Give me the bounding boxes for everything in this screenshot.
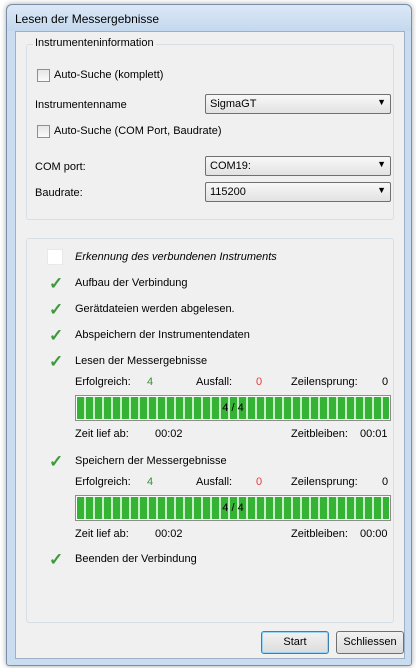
read-results-step-label: Lesen der Messergebnisse [75, 355, 208, 367]
com-port-label: COM port: [35, 161, 86, 173]
chevron-down-icon: ▼ [377, 159, 386, 169]
check-icon: ✓ [49, 352, 64, 371]
start-button[interactable]: Start [261, 631, 329, 654]
save-instrument-data-step-label: Abspeichern der Instrumentendaten [75, 329, 250, 341]
title-bar[interactable]: Lesen der Messergebnisse [7, 5, 411, 31]
save-results-step-label: Speichern der Messergebnisse [75, 455, 227, 467]
com-port-select[interactable]: COM19: ▼ [205, 156, 391, 176]
auto-search-com-checkbox[interactable] [37, 125, 50, 138]
connect-step-label: Aufbau der Verbindung [75, 277, 188, 289]
read-skip-label: Zeilensprung: [291, 376, 358, 388]
baudrate-label: Baudrate: [35, 187, 83, 199]
check-icon: ✓ [49, 274, 64, 293]
dialog-content: Instrumenteninformation Auto-Suche (komp… [15, 31, 405, 659]
com-port-value: COM19: [210, 160, 251, 172]
read-success-value: 4 [147, 376, 154, 388]
detect-status-icon [47, 249, 63, 265]
read-fail-value: 0 [256, 376, 263, 388]
read-remaining-value: 00:01 [360, 428, 388, 440]
baudrate-select[interactable]: 115200 ▼ [205, 182, 391, 202]
close-button[interactable]: Schliessen [336, 631, 404, 654]
instrument-info-legend: Instrumenteninformation [33, 37, 156, 49]
read-progress-bar: 4 / 4 [75, 395, 391, 421]
save-elapsed-value: 00:02 [155, 528, 183, 540]
check-icon: ✓ [49, 550, 64, 569]
instrument-name-label: Instrumentenname [35, 99, 127, 111]
read-progress-text: 4 / 4 [222, 402, 244, 414]
save-fail-value: 0 [256, 476, 263, 488]
save-remaining-value: 00:00 [360, 528, 388, 540]
save-fail-label: Ausfall: [196, 476, 233, 488]
chevron-down-icon: ▼ [377, 97, 386, 107]
read-elapsed-label: Zeit lief ab: [75, 428, 129, 440]
dialog-window: Lesen der Messergebnisse Instrumenteninf… [6, 4, 412, 666]
instrument-name-select[interactable]: SigmaGT ▼ [205, 94, 391, 114]
finish-step-label: Beenden der Verbindung [75, 553, 197, 565]
read-remaining-label: Zeitbleiben: [291, 428, 348, 440]
save-progress-text: 4 / 4 [222, 502, 244, 514]
save-remaining-label: Zeitbleiben: [291, 528, 348, 540]
read-skip-value: 0 [382, 376, 389, 388]
baudrate-value: 115200 [210, 186, 246, 198]
chevron-down-icon: ▼ [377, 185, 386, 195]
save-success-label: Erfolgreich: [75, 476, 131, 488]
auto-search-full-checkbox[interactable] [37, 69, 50, 82]
save-elapsed-label: Zeit lief ab: [75, 528, 129, 540]
progress-group: Erkennung des verbundenen Instruments ✓ … [26, 238, 394, 623]
save-progress-bar: 4 / 4 [75, 495, 391, 521]
read-success-label: Erfolgreich: [75, 376, 131, 388]
save-skip-label: Zeilensprung: [291, 476, 358, 488]
window-title: Lesen der Messergebnisse [15, 12, 160, 26]
auto-search-full-label[interactable]: Auto-Suche (komplett) [54, 69, 163, 81]
read-elapsed-value: 00:02 [155, 428, 183, 440]
instrument-info-group: Instrumenteninformation Auto-Suche (komp… [26, 37, 394, 220]
read-device-files-step-label: Gerätdateien werden abgelesen. [75, 303, 235, 315]
auto-search-com-label[interactable]: Auto-Suche (COM Port, Baudrate) [54, 125, 222, 137]
save-success-value: 4 [147, 476, 154, 488]
check-icon: ✓ [49, 326, 64, 345]
read-fail-label: Ausfall: [196, 376, 233, 388]
instrument-name-value: SigmaGT [210, 98, 257, 110]
check-icon: ✓ [49, 452, 64, 471]
check-icon: ✓ [49, 300, 64, 319]
save-skip-value: 0 [382, 476, 389, 488]
detect-step-label: Erkennung des verbundenen Instruments [75, 251, 277, 263]
